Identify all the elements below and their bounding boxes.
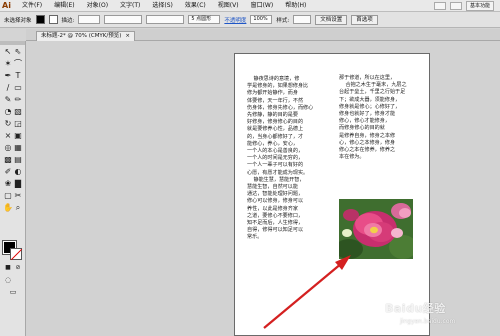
menu-bar: Ai 文件(F) 编辑(E) 对象(O) 文字(T) 选择(S) 效果(C) 视… — [0, 0, 500, 12]
magic-wand-tool-icon[interactable]: ✶ — [3, 59, 13, 69]
document-tab[interactable]: 未标题-2* @ 70% (CMYK/预览) × — [36, 31, 136, 41]
app-logo: Ai — [2, 1, 11, 10]
symbol-sprayer-tool-icon[interactable]: ❀ — [3, 179, 13, 189]
stroke-swatch[interactable] — [10, 248, 22, 260]
baidu-watermark-url: jingyan.baidu.com — [400, 318, 456, 325]
bridge-button[interactable] — [433, 1, 446, 10]
slice-tool-icon[interactable]: ✂ — [13, 191, 23, 201]
stroke-color-swatch[interactable] — [48, 15, 58, 24]
brush-dropdown[interactable] — [146, 15, 185, 24]
opacity-input[interactable]: 100% — [250, 15, 273, 24]
control-bar: 未选择对象 描边: 5 点圆形 不透明度 100% 样式: 文档设置 首选项 — [0, 12, 500, 28]
point-brush-dropdown[interactable]: 5 点圆形 — [188, 15, 221, 24]
preferences-button[interactable]: 首选项 — [351, 14, 378, 25]
menu-object[interactable]: 对象(O) — [81, 0, 114, 12]
peony-image[interactable] — [339, 199, 413, 259]
pen-tool-icon[interactable]: ✒ — [3, 71, 13, 81]
opacity-link[interactable]: 不透明度 — [224, 16, 246, 24]
fill-color-swatch[interactable] — [35, 15, 45, 24]
free-transform-tool-icon[interactable]: ▣ — [13, 131, 23, 141]
menu-right-tools: 基本功能 — [433, 0, 500, 11]
type-tool-icon[interactable]: T — [13, 71, 23, 81]
style-dropdown[interactable] — [293, 15, 312, 24]
selection-status: 未选择对象 — [4, 17, 32, 24]
draw-mode-icon[interactable]: ◌ — [3, 275, 13, 285]
right-text-column[interactable]: 那于修道，所以在这里， 合抱之木生于毫末，九层之 台起于垒土，千里之行始于足 下… — [339, 75, 427, 161]
stroke-label: 描边: — [61, 17, 75, 24]
artboard[interactable]: 静夜思诗的意境，修 学是修身的，如果想修身比 修为都开始静作，而身 体要修，天一… — [234, 53, 430, 336]
color-mode-icon[interactable]: ■ — [3, 263, 13, 273]
canvas-area[interactable]: 静夜思诗的意境，修 学是修身的，如果想修身比 修为都开始静作，而身 体要修，天一… — [26, 41, 500, 336]
none-mode-icon[interactable]: ⊘ — [13, 263, 23, 273]
document-tab-title: 未标题-2* @ 70% (CMYK/预览) — [41, 33, 122, 39]
pencil-tool-icon[interactable]: ✏ — [13, 95, 23, 105]
peony-illustration — [339, 199, 413, 259]
illustrator-window: Ai 文件(F) 编辑(E) 对象(O) 文字(T) 选择(S) 效果(C) 视… — [0, 0, 500, 336]
scale-tool-icon[interactable]: ◲ — [13, 119, 23, 129]
paintbrush-tool-icon[interactable]: ✎ — [3, 95, 13, 105]
eyedropper-tool-icon[interactable]: ✐ — [3, 167, 13, 177]
gradient-tool-icon[interactable]: ▤ — [13, 155, 23, 165]
document-tab-strip: 未标题-2* @ 70% (CMYK/预览) × — [26, 29, 500, 41]
menu-help[interactable]: 帮助(H) — [279, 0, 312, 12]
variable-width-dropdown[interactable] — [104, 15, 143, 24]
zoom-tool-icon[interactable]: ⌕ — [13, 203, 23, 213]
workspace-switcher[interactable]: 基本功能 — [465, 0, 494, 11]
arrange-button[interactable] — [449, 1, 462, 10]
shape-builder-tool-icon[interactable]: ◎ — [3, 143, 13, 153]
tools-panel-footer — [0, 311, 26, 336]
menu-window[interactable]: 窗口(W) — [245, 0, 280, 12]
tools-panel: ↖ ⇖ ✶ ⌒ ✒ T ∕ ▭ ✎ ✏ ◔ ▧ ↻ ◲ ⨯ ▣ ◎ ▦ ▩ ▤ … — [0, 41, 26, 311]
eraser-tool-icon[interactable]: ▧ — [13, 107, 23, 117]
stroke-weight-dropdown[interactable] — [78, 15, 101, 24]
blend-tool-icon[interactable]: ◐ — [13, 167, 23, 177]
width-tool-icon[interactable]: ⨯ — [3, 131, 13, 141]
left-text-column[interactable]: 静夜思诗的意境，修 学是修身的，如果想修身比 修为都开始静作，而身 体要修，天一… — [247, 76, 333, 242]
document-setup-button[interactable]: 文档设置 — [315, 14, 348, 25]
perspective-grid-tool-icon[interactable]: ▦ — [13, 143, 23, 153]
style-label: 样式: — [276, 17, 290, 24]
selection-tool-icon[interactable]: ↖ — [3, 47, 13, 57]
menu-select[interactable]: 选择(S) — [146, 0, 179, 12]
menu-effect[interactable]: 效果(C) — [179, 0, 212, 12]
rectangle-tool-icon[interactable]: ▭ — [13, 83, 23, 93]
rotate-tool-icon[interactable]: ↻ — [3, 119, 13, 129]
menu-file[interactable]: 文件(F) — [16, 0, 48, 12]
lasso-tool-icon[interactable]: ⌒ — [13, 59, 23, 69]
menu-type[interactable]: 文字(T) — [114, 0, 146, 12]
hand-tool-icon[interactable]: ✋ — [3, 203, 13, 213]
tools-panel-grip[interactable] — [0, 41, 25, 45]
baidu-watermark: Baidu经验 — [385, 302, 446, 315]
artboard-tool-icon[interactable]: ▢ — [3, 191, 13, 201]
screen-mode-icon[interactable]: ▭ — [8, 287, 18, 297]
line-tool-icon[interactable]: ∕ — [3, 83, 13, 93]
close-icon[interactable]: × — [125, 32, 130, 41]
column-graph-tool-icon[interactable]: ▇ — [13, 179, 23, 189]
menu-view[interactable]: 视图(V) — [212, 0, 245, 12]
blob-brush-tool-icon[interactable]: ◔ — [3, 107, 13, 117]
mesh-tool-icon[interactable]: ▩ — [3, 155, 13, 165]
direct-selection-tool-icon[interactable]: ⇖ — [13, 47, 23, 57]
menu-edit[interactable]: 编辑(E) — [48, 0, 80, 12]
